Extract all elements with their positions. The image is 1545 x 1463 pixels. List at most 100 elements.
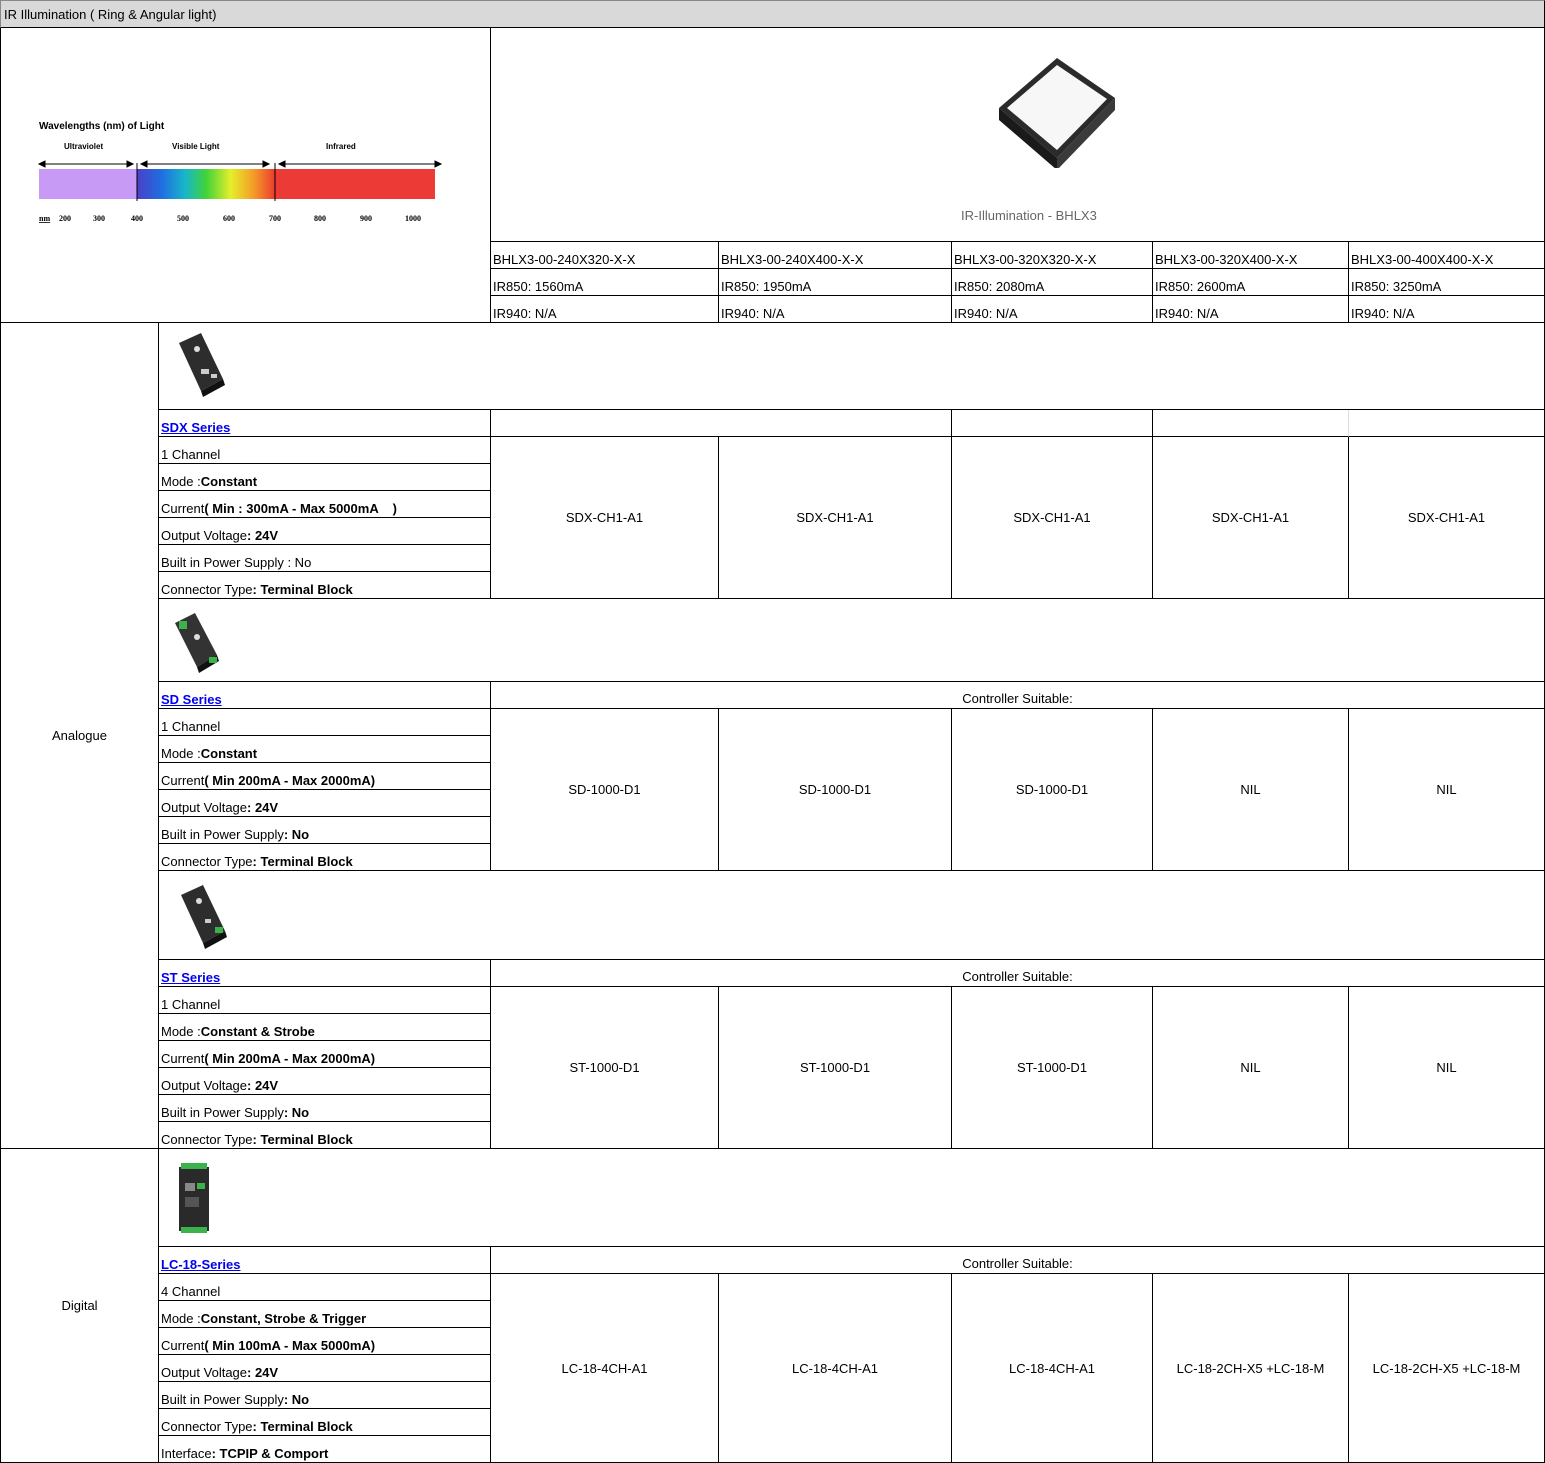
sd-value: SD-1000-D1 — [491, 709, 719, 871]
lc-spec: Output Voltage : 24V — [159, 1355, 491, 1382]
sd-controller-suitable: Controller Suitable: — [491, 682, 1545, 709]
model-cell: BHLX3-00-320X320-X-X — [952, 242, 1153, 269]
lc-spec: Connector Type : Terminal Block — [159, 1409, 491, 1436]
ir850-cell: IR850: 1560mA — [491, 269, 719, 296]
sd-spec: Connector Type : Terminal Block — [159, 844, 491, 871]
model-cell: BHLX3-00-400X400-X-X — [1349, 242, 1545, 269]
bhlx3-light-image — [999, 58, 1115, 168]
product-caption: IR-Illumination - BHLX3 — [961, 208, 1097, 223]
lc-spec: Mode : Constant, Strobe & Trigger — [159, 1301, 491, 1328]
spectrum-graphic: Wavelengths (nm) of Light Ultraviolet Vi… — [37, 121, 443, 223]
svg-text:600: 600 — [223, 214, 235, 223]
sd-spec: Mode : Constant — [159, 736, 491, 763]
lc-series-link[interactable]: LC-18-Series — [161, 1257, 240, 1272]
sdx-series-name: SDX Series — [159, 410, 491, 437]
group-analogue: Analogue — [0, 323, 159, 1149]
lc-controller-image — [179, 1163, 209, 1233]
sdx-value: SDX-CH1-A1 — [1349, 437, 1545, 599]
sdx-spec: Output Voltage : 24V — [159, 518, 491, 545]
st-controller-suitable: Controller Suitable: — [491, 960, 1545, 987]
sheet-title-text: IR Illumination ( Ring & Angular light) — [4, 6, 217, 22]
sd-image-row — [159, 599, 1545, 682]
band-ir: Infrared — [326, 142, 356, 151]
sdx-value: SDX-CH1-A1 — [491, 437, 719, 599]
sdx-spec: 1 Channel — [159, 437, 491, 464]
model-cell: BHLX3-00-240X400-X-X — [719, 242, 952, 269]
sdx-series-link[interactable]: SDX Series — [161, 420, 230, 435]
ir940-cell: IR940: N/A — [491, 296, 719, 323]
ir940-cell: IR940: N/A — [1153, 296, 1349, 323]
band-uv: Ultraviolet — [64, 142, 103, 151]
svg-text:nm: nm — [39, 214, 50, 223]
st-series-name: ST Series — [159, 960, 491, 987]
visible-band-bar — [137, 169, 275, 199]
svg-text:300: 300 — [93, 214, 105, 223]
sdx-header-blank — [1153, 410, 1349, 437]
lc-image-row — [159, 1149, 1545, 1247]
st-value: NIL — [1349, 987, 1545, 1149]
spectrum-heading: Wavelengths (nm) of Light — [39, 121, 165, 132]
spectrum-ticks: nm 200 300 400 500 600 700 800 900 1000 — [39, 214, 421, 223]
ir940-cell: IR940: N/A — [1349, 296, 1545, 323]
svg-text:400: 400 — [131, 214, 143, 223]
svg-text:700: 700 — [269, 214, 281, 223]
sd-controller-image — [175, 613, 219, 673]
lc-series-name: LC-18-Series — [159, 1247, 491, 1274]
svg-text:1000: 1000 — [405, 214, 421, 223]
sd-spec: Output Voltage : 24V — [159, 790, 491, 817]
band-visible: Visible Light — [172, 142, 220, 151]
sdx-value: SDX-CH1-A1 — [952, 437, 1153, 599]
sd-spec: Built in Power Supply : No — [159, 817, 491, 844]
svg-text:800: 800 — [314, 214, 326, 223]
group-digital: Digital — [0, 1149, 159, 1463]
svg-text:500: 500 — [177, 214, 189, 223]
st-image-row — [159, 871, 1545, 960]
spectrum-cell: Wavelengths (nm) of Light Ultraviolet Vi… — [0, 28, 491, 323]
sdx-spec: Built in Power Supply : No — [159, 545, 491, 572]
svg-text:900: 900 — [360, 214, 372, 223]
lc-value: LC-18-4CH-A1 — [491, 1274, 719, 1463]
sdx-controller-image — [179, 333, 225, 397]
st-series-link[interactable]: ST Series — [161, 970, 220, 985]
lc-value: LC-18-2CH-X5 +LC-18-M — [1153, 1274, 1349, 1463]
model-cell: BHLX3-00-320X400-X-X — [1153, 242, 1349, 269]
sdx-header-blank — [491, 410, 952, 437]
sd-value: NIL — [1349, 709, 1545, 871]
sd-spec: 1 Channel — [159, 709, 491, 736]
sdx-value: SDX-CH1-A1 — [1153, 437, 1349, 599]
lc-value: LC-18-4CH-A1 — [719, 1274, 952, 1463]
st-spec: Connector Type : Terminal Block — [159, 1122, 491, 1149]
st-value: ST-1000-D1 — [719, 987, 952, 1149]
sdx-value: SDX-CH1-A1 — [719, 437, 952, 599]
group-analogue-label: Analogue — [52, 728, 107, 743]
st-spec: Output Voltage : 24V — [159, 1068, 491, 1095]
st-spec: 1 Channel — [159, 987, 491, 1014]
st-value: ST-1000-D1 — [952, 987, 1153, 1149]
group-digital-label: Digital — [61, 1298, 98, 1313]
spreadsheet: IR Illumination ( Ring & Angular light) … — [0, 0, 1545, 1463]
product-image-cell: IR-Illumination - BHLX3 — [491, 28, 1545, 242]
sdx-spec: Current ( Min : 300mA - Max 5000mA ) — [159, 491, 491, 518]
st-value: NIL — [1153, 987, 1349, 1149]
sdx-header-blank — [1349, 410, 1545, 437]
band-arrows — [37, 160, 443, 168]
ir850-cell: IR850: 2080mA — [952, 269, 1153, 296]
st-spec: Mode : Constant & Strobe — [159, 1014, 491, 1041]
lc-value: LC-18-4CH-A1 — [952, 1274, 1153, 1463]
sdx-spec: Connector Type : Terminal Block — [159, 572, 491, 599]
ir940-cell: IR940: N/A — [719, 296, 952, 323]
model-cell: BHLX3-00-240X320-X-X — [491, 242, 719, 269]
lc-spec: Interface : TCPIP & Comport — [159, 1436, 491, 1463]
sd-series-name: SD Series — [159, 682, 491, 709]
sd-value: NIL — [1153, 709, 1349, 871]
st-spec: Current ( Min 200mA - Max 2000mA) — [159, 1041, 491, 1068]
sd-value: SD-1000-D1 — [719, 709, 952, 871]
lc-value: LC-18-2CH-X5 +LC-18-M — [1349, 1274, 1545, 1463]
sdx-spec: Mode : Constant — [159, 464, 491, 491]
sd-value: SD-1000-D1 — [952, 709, 1153, 871]
st-spec: Built in Power Supply : No — [159, 1095, 491, 1122]
sdx-image-row — [159, 323, 1545, 410]
sd-series-link[interactable]: SD Series — [161, 692, 222, 707]
lc-spec: 4 Channel — [159, 1274, 491, 1301]
sdx-header-blank — [952, 410, 1153, 437]
